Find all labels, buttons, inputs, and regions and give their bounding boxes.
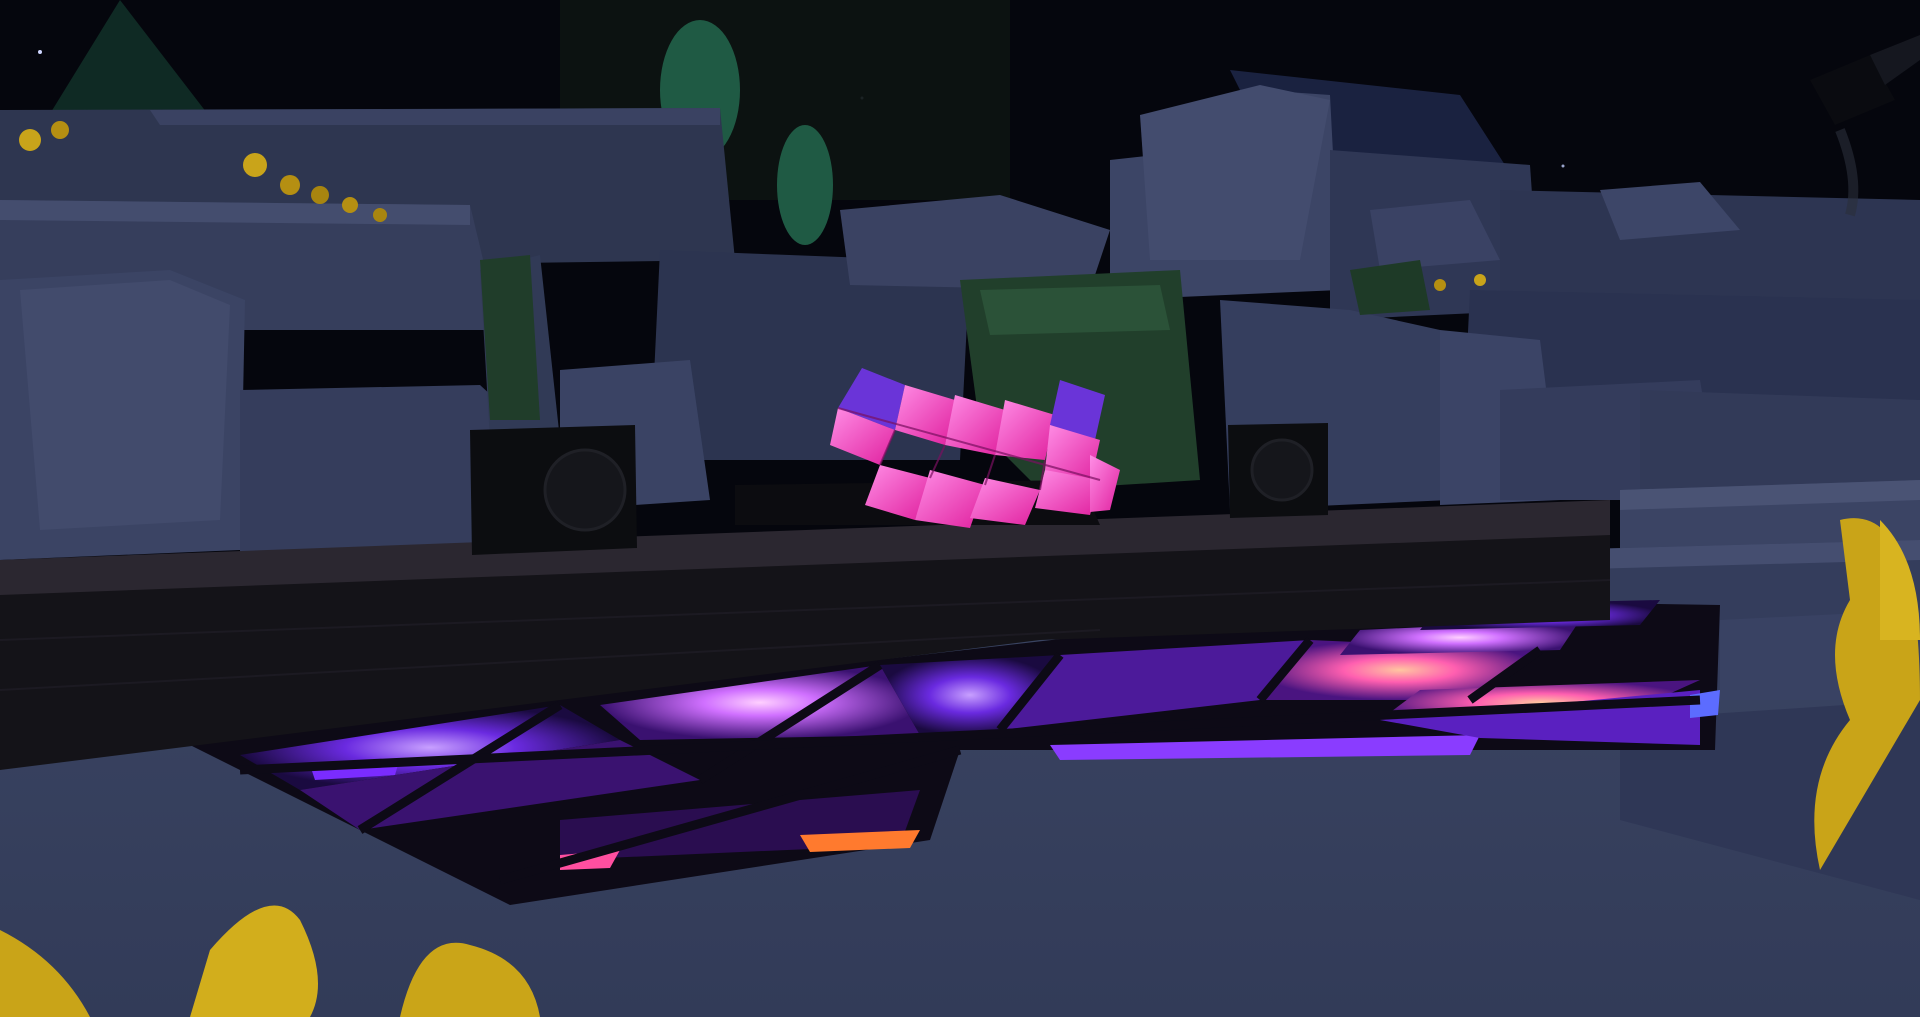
scene-render bbox=[0, 0, 1920, 1017]
game-viewport[interactable] bbox=[0, 0, 1920, 1017]
speaker-right[interactable] bbox=[1228, 423, 1328, 518]
speaker-icon bbox=[1250, 438, 1314, 502]
speaker-icon bbox=[543, 448, 627, 532]
speaker-left[interactable] bbox=[470, 425, 637, 555]
